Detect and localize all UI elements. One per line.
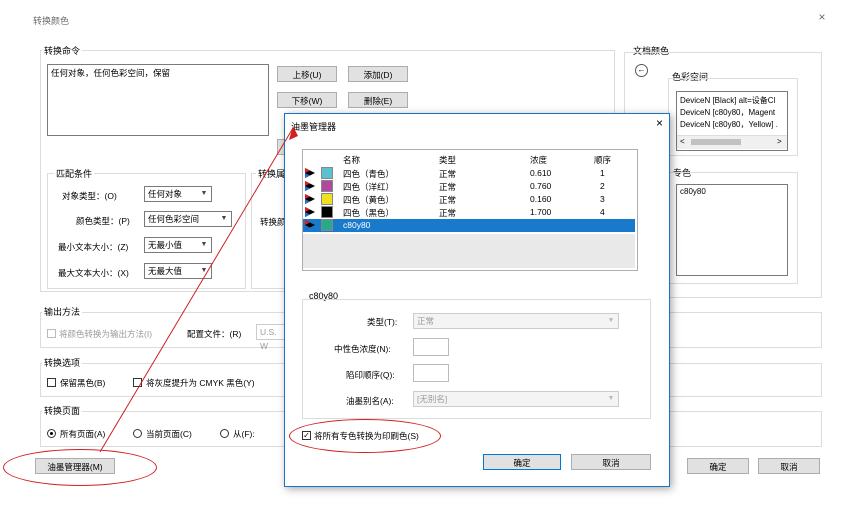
annotation-arrow (99, 126, 298, 453)
